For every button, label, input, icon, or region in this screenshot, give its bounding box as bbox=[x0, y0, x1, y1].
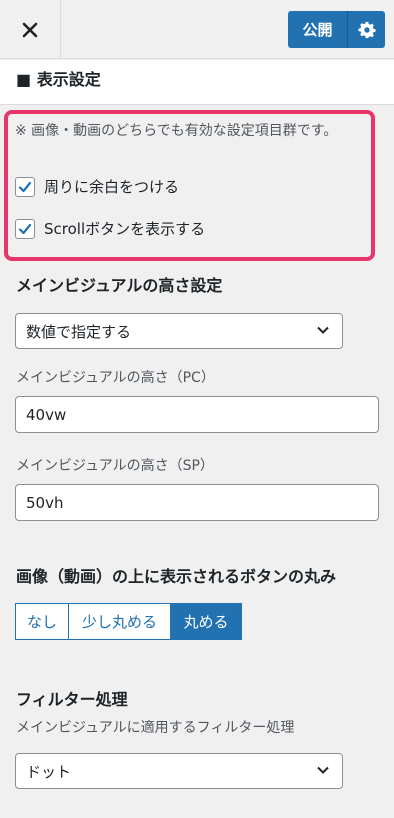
customizer-topbar: 公開 bbox=[0, 0, 394, 59]
select-value: 数値で指定する bbox=[26, 322, 132, 341]
sp-height-label: メインビジュアルの高さ（SP） bbox=[16, 458, 214, 474]
button-radius-segmented-control: なし 少し丸める 丸める bbox=[15, 603, 242, 640]
radius-option-slight[interactable]: 少し丸める bbox=[69, 603, 171, 640]
select-value: ドット bbox=[26, 762, 72, 781]
filter-heading: フィルター処理 bbox=[16, 690, 128, 709]
publish-button[interactable]: 公開 bbox=[288, 11, 348, 48]
input-value: 40vw bbox=[26, 405, 67, 424]
close-button[interactable] bbox=[0, 0, 61, 59]
checkbox-row-scroll[interactable]: Scrollボタンを表示する bbox=[15, 218, 205, 239]
pc-height-input[interactable]: 40vw bbox=[15, 396, 379, 433]
checkbox-label: 周りに余白をつける bbox=[44, 178, 180, 196]
checkbox-row-margin[interactable]: 周りに余白をつける bbox=[15, 176, 179, 197]
button-radius-heading: 画像（動画）の上に表示されるボタンの丸み bbox=[16, 567, 337, 586]
publish-settings-button[interactable] bbox=[348, 11, 385, 48]
radius-option-none[interactable]: なし bbox=[15, 603, 69, 640]
scroll-button-checkbox[interactable] bbox=[15, 218, 35, 239]
checkmark-icon bbox=[18, 181, 32, 192]
chevron-down-icon bbox=[317, 326, 329, 334]
filter-select[interactable]: ドット bbox=[15, 753, 343, 789]
pc-height-label: メインビジュアルの高さ（PC） bbox=[16, 370, 215, 386]
section-title: ■ 表示設定 bbox=[0, 60, 394, 105]
note-text: ※ 画像・動画のどちらでも有効な設定項目群です。 bbox=[15, 123, 338, 139]
filter-label: メインビジュアルに適用するフィルター処理 bbox=[16, 720, 295, 736]
publish-group: 公開 bbox=[288, 11, 385, 48]
height-mode-select[interactable]: 数値で指定する bbox=[15, 313, 343, 349]
gear-icon bbox=[357, 21, 376, 38]
checkmark-icon bbox=[18, 223, 32, 234]
chevron-down-icon bbox=[317, 766, 329, 774]
margin-checkbox[interactable] bbox=[15, 176, 35, 197]
sp-height-input[interactable]: 50vh bbox=[15, 484, 379, 521]
close-icon bbox=[22, 22, 38, 37]
checkbox-label: Scrollボタンを表示する bbox=[44, 220, 206, 238]
radius-option-round[interactable]: 丸める bbox=[171, 603, 242, 640]
input-value: 50vh bbox=[26, 493, 64, 512]
height-settings-heading: メインビジュアルの高さ設定 bbox=[16, 276, 223, 295]
